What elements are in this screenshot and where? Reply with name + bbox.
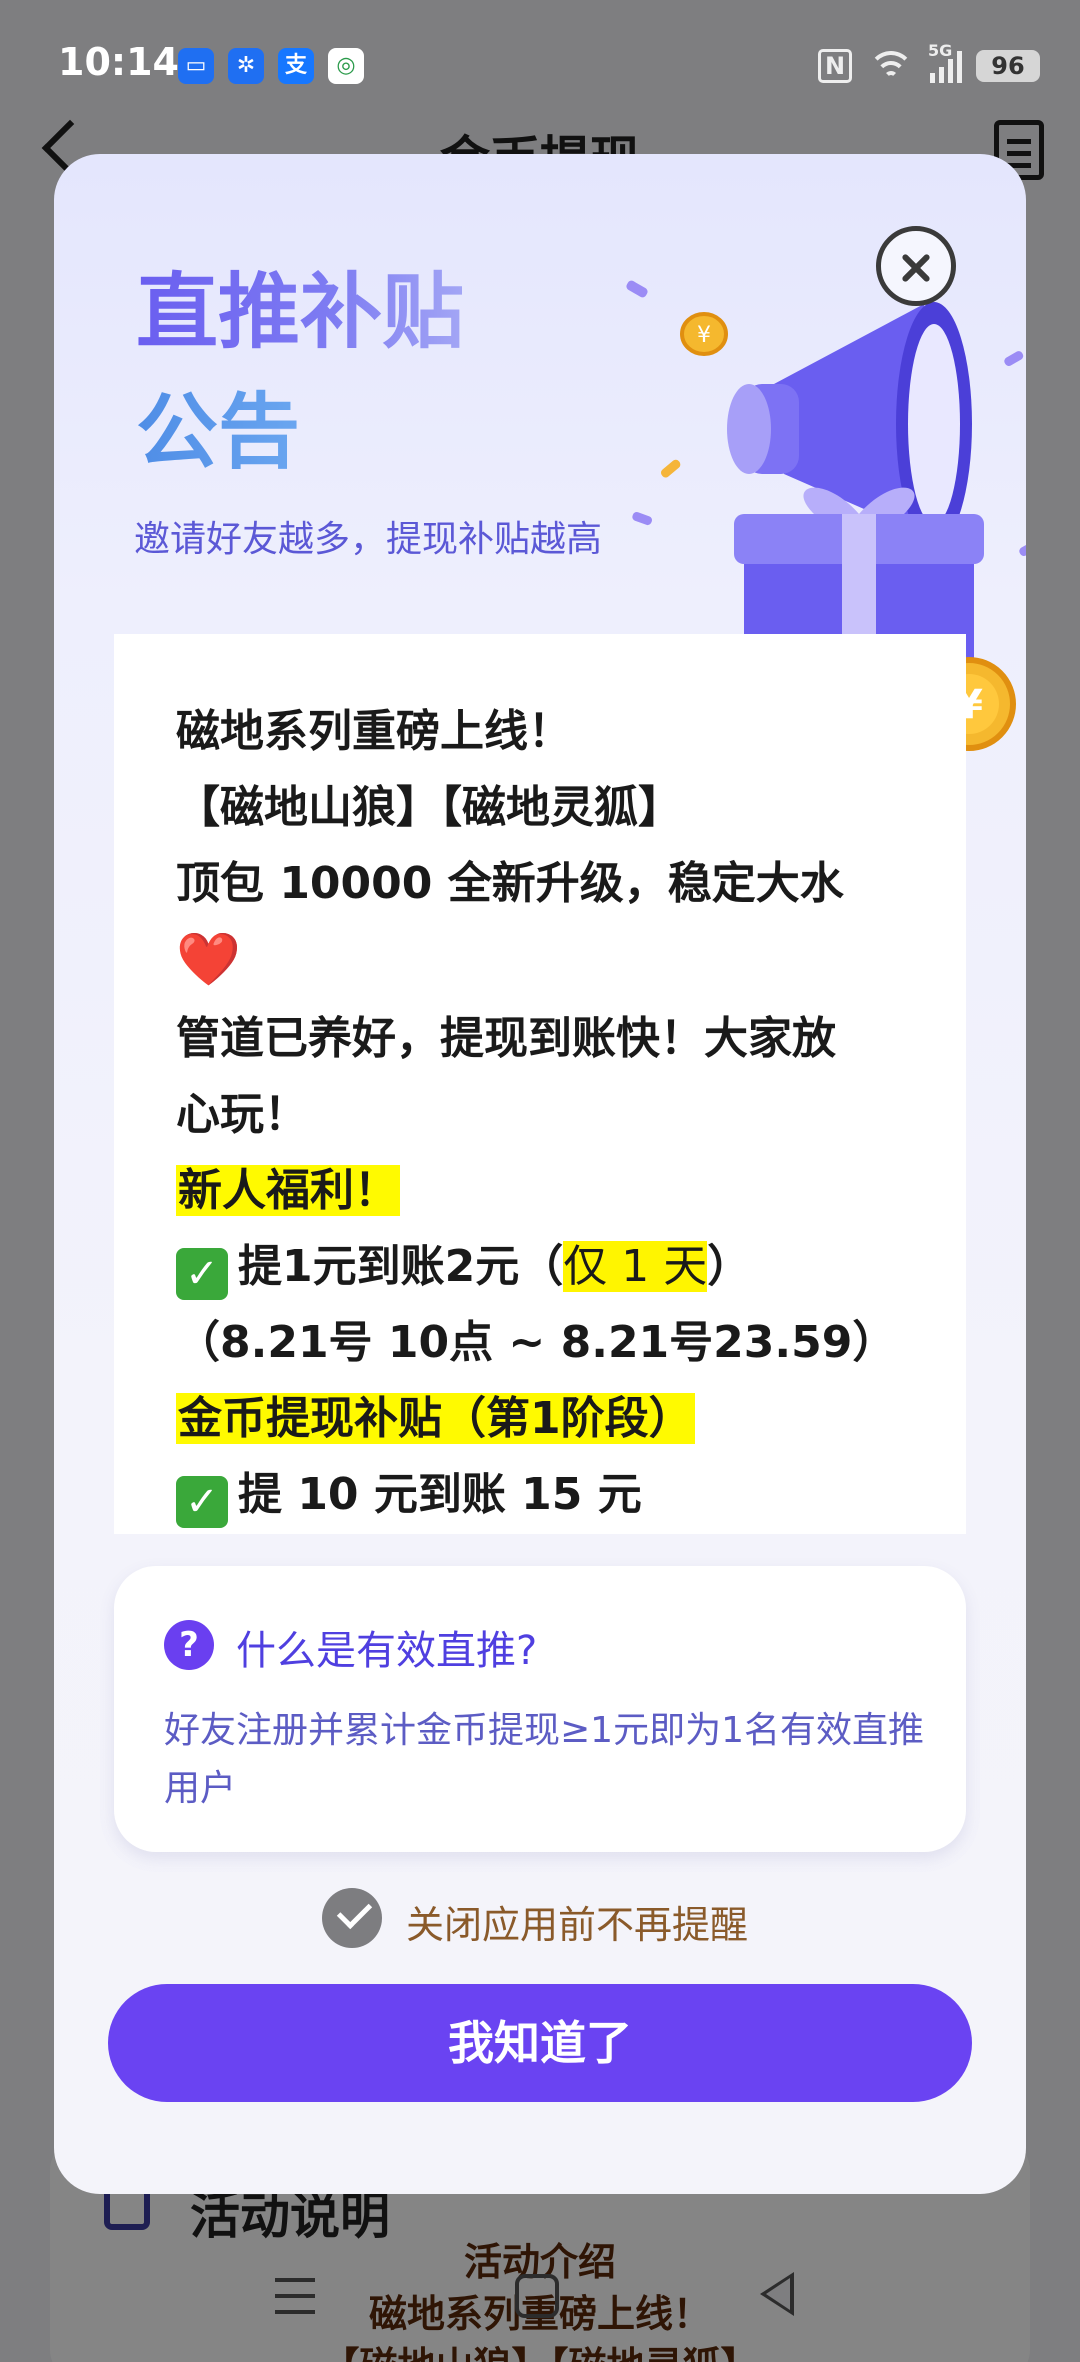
- wifi-icon: [866, 49, 916, 83]
- announcement-line: 管道已养好，提现到账快！大家放: [176, 1013, 836, 1064]
- announcement-text: 提 10 元到账 15 元: [238, 1469, 642, 1520]
- info-card-title: 什么是有效直推?: [236, 1628, 538, 1674]
- pinwheel-app-icon: ✲: [228, 48, 264, 84]
- close-dialog-button[interactable]: [876, 226, 956, 306]
- effective-referral-info-card: ? 什么是有效直推? 好友注册并累计金币提现≥1元即为1名有效直推用户: [114, 1566, 966, 1852]
- subsidy-announcement-dialog: 直推补贴 公告 邀请好友越多，提现补贴越高 ¥ ¥ 磁地系列重磅上线！ 【磁地山…: [54, 154, 1026, 2194]
- dont-remind-label[interactable]: 关闭应用前不再提醒: [406, 1894, 748, 1949]
- dialog-subtitle: 邀请好友越多，提现补贴越高: [134, 519, 603, 560]
- china-mobile-app-icon: ◎: [328, 48, 364, 84]
- announcement-line: 心玩！: [176, 1089, 308, 1140]
- message-app-icon: ▭: [178, 48, 214, 84]
- network-type-label: 5G: [928, 41, 953, 60]
- announcement-line-withdraw-10: ✓ 提 10 元到账 15 元: [176, 1457, 936, 1533]
- alipay-app-icon: 支: [278, 48, 314, 84]
- status-icons: N 5G 96: [818, 41, 1040, 88]
- check-mark-icon: ✓: [176, 1476, 228, 1528]
- highlight-subsidy-stage: 金币提现补贴（第1阶段）: [176, 1393, 695, 1444]
- status-bar: 10:14 ▭ ✲ 支 ◎ N 5G 96: [0, 0, 1080, 130]
- question-circle-icon: ?: [164, 1620, 214, 1670]
- dont-remind-checkbox[interactable]: [322, 1888, 382, 1948]
- battery-indicator: 96: [976, 50, 1040, 82]
- announcement-line: （8.21号 10点 ~ 8.21号23.59）: [176, 1317, 897, 1368]
- highlight-new-user-benefit: 新人福利！: [176, 1165, 400, 1216]
- announcement-line-withdraw-1: ✓ 提1元到账2元（仅 1 天）: [176, 1229, 936, 1305]
- announcement-line: 顶包 10000 全新升级，稳定大水: [176, 858, 844, 909]
- announcement-line: 磁地系列重磅上线！: [176, 706, 572, 757]
- svg-text:¥: ¥: [697, 323, 711, 348]
- announcement-line: 【磁地山狼】【磁地灵狐】: [176, 782, 682, 833]
- announcement-text: 提1元到账2元（: [238, 1241, 564, 1292]
- dialog-title-line1: 直推补贴: [136, 254, 464, 372]
- dont-remind-row[interactable]: 关闭应用前不再提醒: [54, 1884, 1026, 1954]
- check-mark-icon: ✓: [176, 1248, 228, 1300]
- cell-signal-icon: 5G: [928, 41, 962, 83]
- announcement-text: ）: [707, 1241, 752, 1292]
- nfc-icon: N: [818, 49, 852, 83]
- announcement-content: 磁地系列重磅上线！ 【磁地山狼】【磁地灵狐】 顶包 10000 全新升级，稳定大…: [114, 634, 966, 1534]
- acknowledge-button[interactable]: 我知道了: [108, 1984, 972, 2102]
- heart-icon: ❤️: [176, 930, 241, 990]
- info-card-text: 好友注册并累计金币提现≥1元即为1名有效直推用户: [164, 1710, 924, 1809]
- highlight-one-day: 仅 1 天: [563, 1241, 708, 1292]
- dialog-title-line2: 公告: [136, 374, 300, 492]
- clock: 10:14: [58, 40, 179, 84]
